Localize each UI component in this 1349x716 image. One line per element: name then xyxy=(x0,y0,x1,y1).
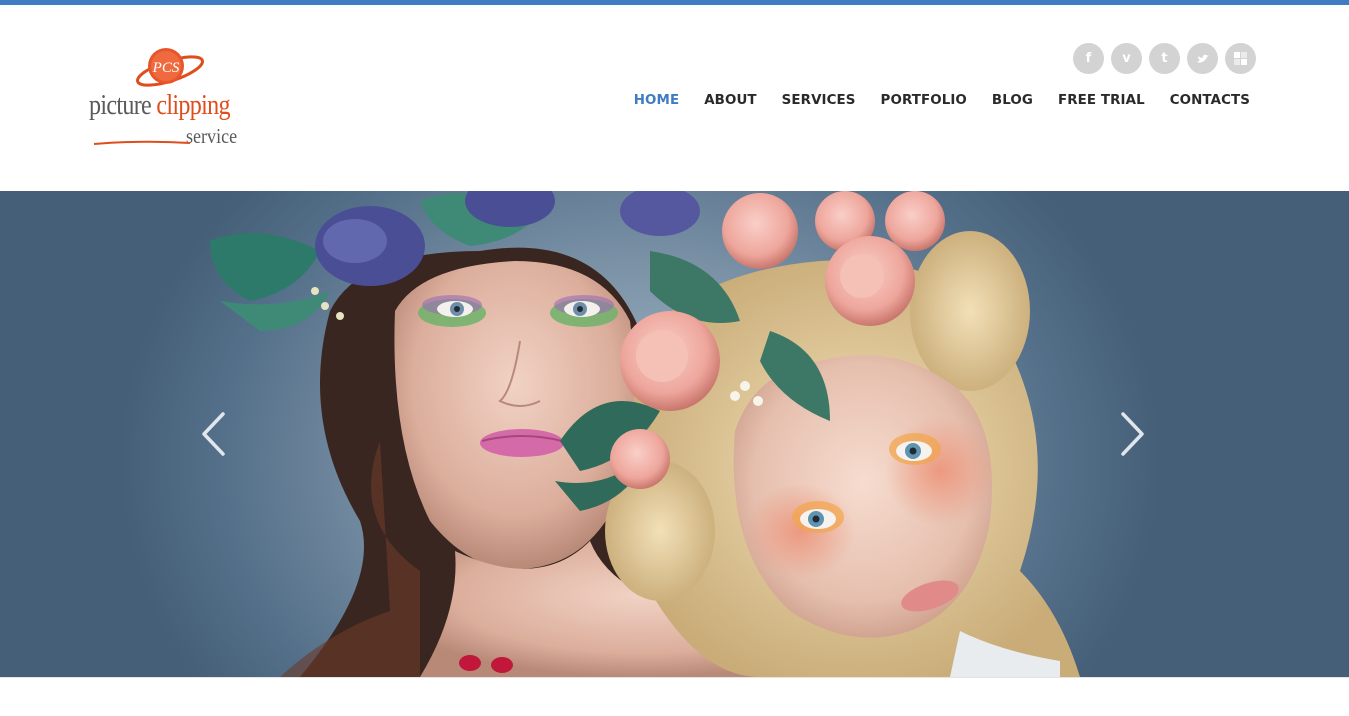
content-area xyxy=(0,677,1349,716)
logo-word-service: service xyxy=(186,124,238,148)
pcs-logo-mark: PCS xyxy=(136,48,204,87)
hero-slider xyxy=(0,191,1349,677)
site-header: PCS picture clipping service f v t HOME … xyxy=(0,5,1349,191)
logo-word-clipping: clipping xyxy=(156,90,230,121)
slider-next-button[interactable] xyxy=(1118,409,1148,459)
nav-free-trial[interactable]: FREE TRIAL xyxy=(1058,93,1145,108)
nav-blog[interactable]: BLOG xyxy=(992,93,1033,108)
nav-services[interactable]: SERVICES xyxy=(782,93,856,108)
delicious-icon[interactable] xyxy=(1225,43,1256,74)
main-nav: HOME ABOUT SERVICES PORTFOLIO BLOG FREE … xyxy=(634,93,1250,108)
social-links: f v t xyxy=(1073,43,1256,74)
twitter-icon[interactable] xyxy=(1187,43,1218,74)
logo-swoosh xyxy=(93,140,191,145)
logo-wordmark: picture clipping xyxy=(89,92,230,120)
tumblr-icon[interactable]: t xyxy=(1149,43,1180,74)
logo-word-picture: picture xyxy=(89,90,152,121)
site-logo[interactable]: PCS picture clipping service xyxy=(86,42,256,154)
chevron-left-icon xyxy=(202,412,225,456)
logo-mark-text: PCS xyxy=(152,60,180,76)
vimeo-icon[interactable]: v xyxy=(1111,43,1142,74)
nav-about[interactable]: ABOUT xyxy=(704,93,756,108)
facebook-icon[interactable]: f xyxy=(1073,43,1104,74)
slider-prev-button[interactable] xyxy=(198,409,228,459)
chevron-right-icon xyxy=(1121,412,1144,456)
nav-home[interactable]: HOME xyxy=(634,93,679,108)
nav-portfolio[interactable]: PORTFOLIO xyxy=(881,93,967,108)
nav-contacts[interactable]: CONTACTS xyxy=(1170,93,1250,108)
